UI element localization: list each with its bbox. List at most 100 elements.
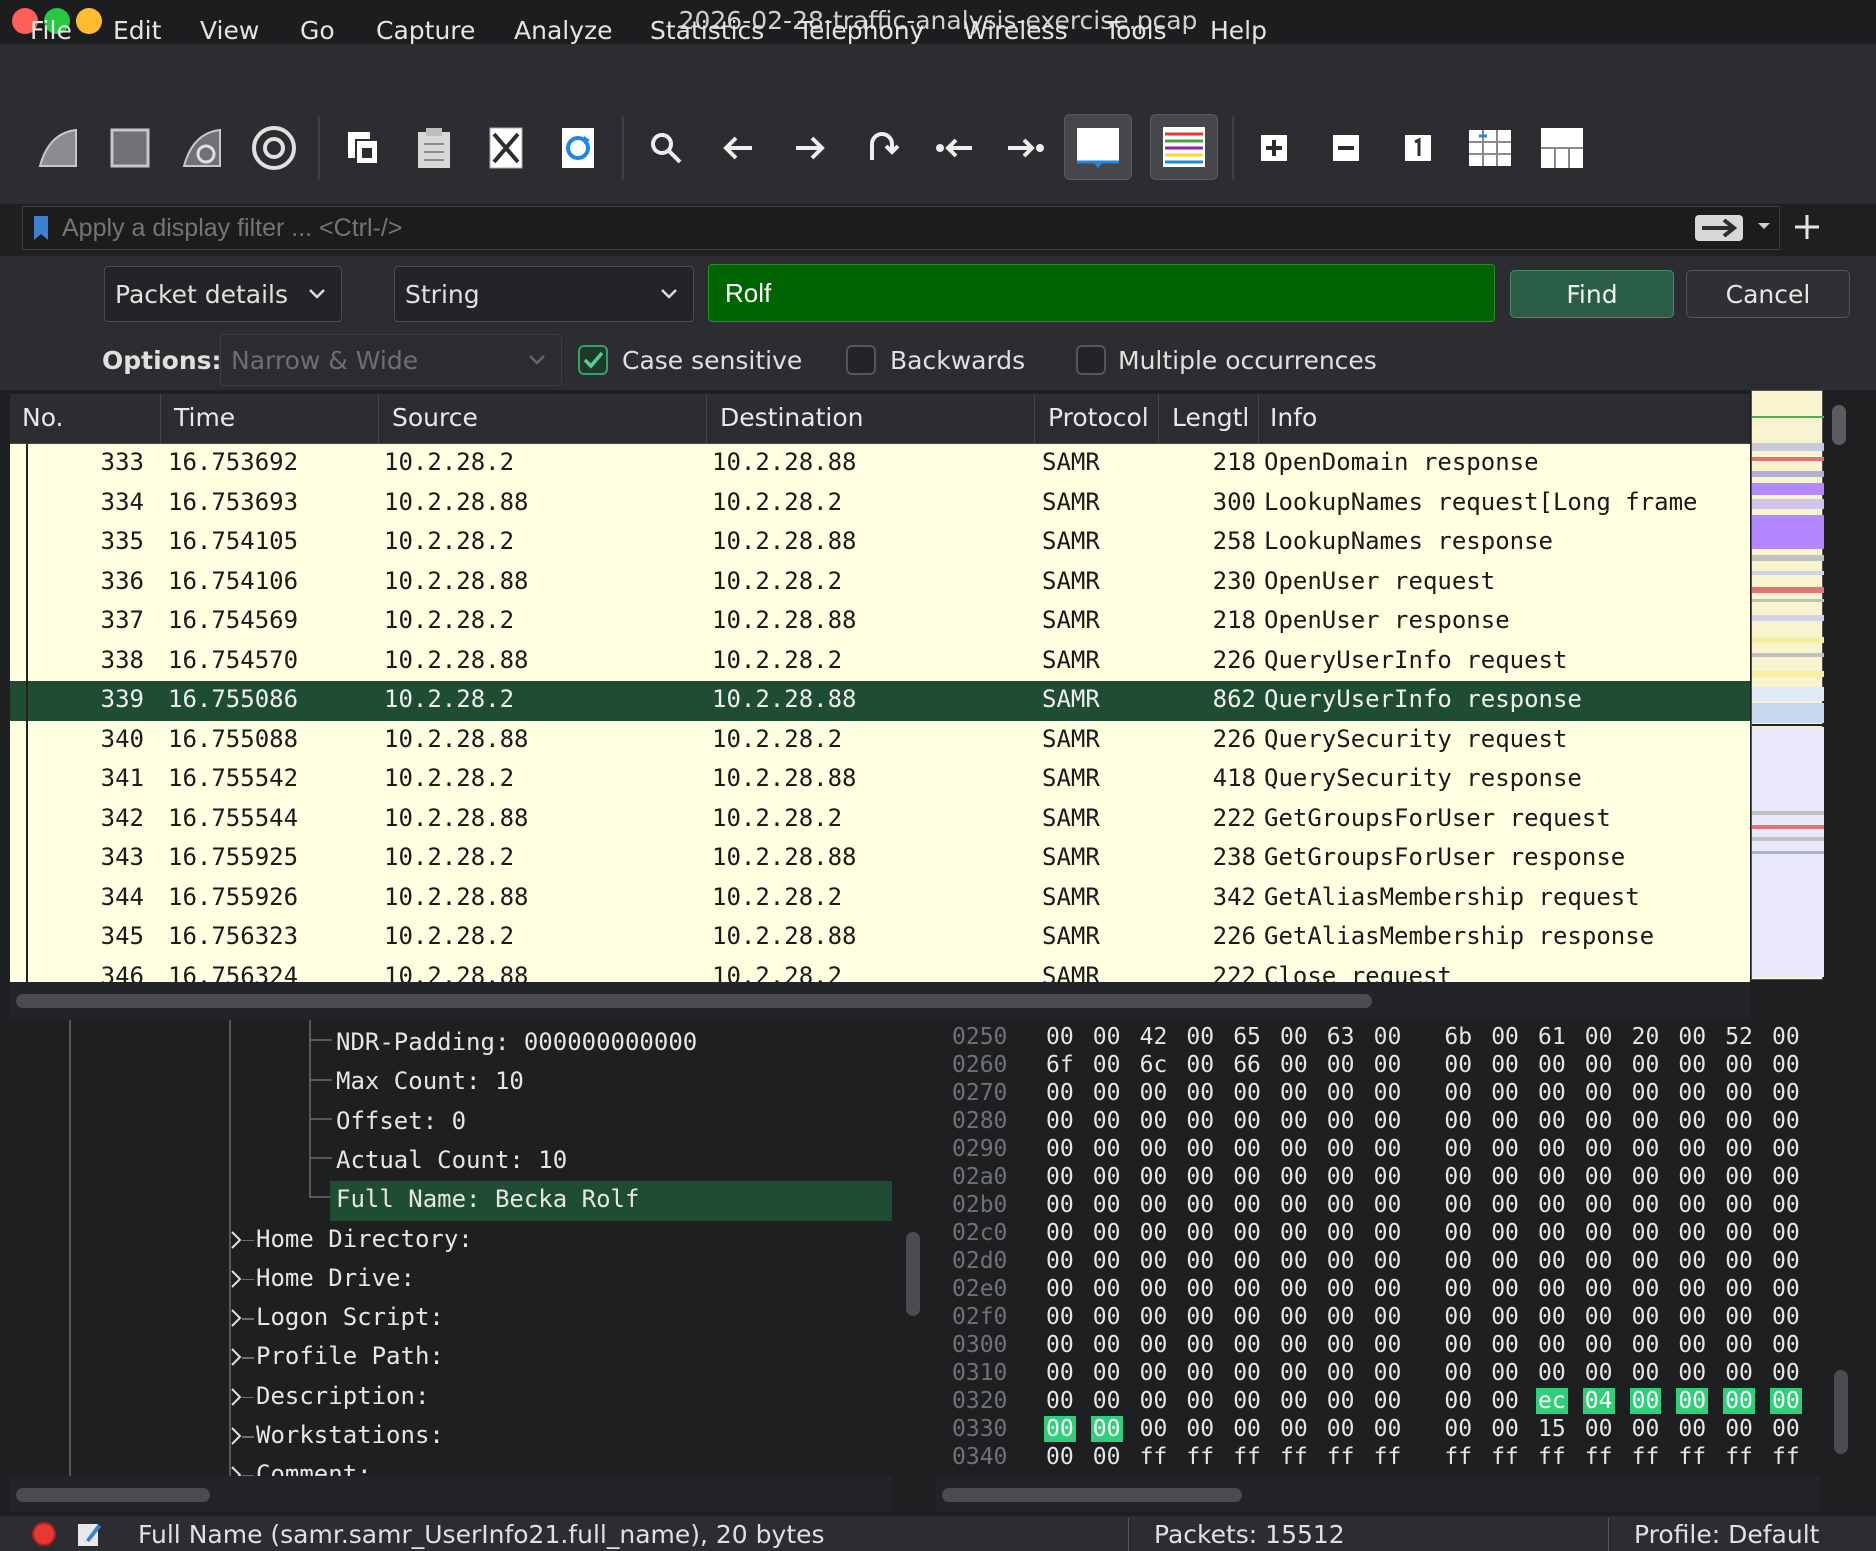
hex-byte: 66 [1233,1052,1261,1078]
packet-list-minimap[interactable] [1751,390,1824,980]
column-header-no[interactable]: No. [22,403,64,432]
menu-file[interactable]: File [30,16,72,45]
details-tree-item[interactable]: Logon Script: [256,1303,444,1331]
hex-byte: 00 [1280,1360,1308,1386]
cancel-button[interactable]: Cancel [1686,270,1850,318]
menu-analyze[interactable]: Analyze [514,16,613,45]
details-tree-item[interactable]: Max Count: 10 [336,1067,524,1095]
column-header-info[interactable]: Info [1270,403,1317,432]
packet-row[interactable]: 341 16.755542 10.2.28.2 10.2.28.88 SAMR 418 Qu… [10,760,1750,800]
menu-telephony[interactable]: Telephony [798,16,924,45]
details-horizontal-scrollbar[interactable] [16,1488,210,1502]
details-tree-item[interactable]: Profile Path: [256,1342,444,1370]
menu-tools[interactable]: Tools [1105,16,1167,45]
packet-row[interactable]: 336 16.754106 10.2.28.88 10.2.28.2 SAMR 230 Op… [10,563,1750,603]
apply-filter-arrow-icon[interactable] [1694,214,1744,246]
autoscroll-icon[interactable] [1064,114,1132,180]
packet-row[interactable]: 337 16.754569 10.2.28.2 10.2.28.88 SAMR 218 Op… [10,602,1750,642]
multiple-occurrences-checkbox[interactable] [1076,345,1106,375]
details-tree-item[interactable]: NDR-Padding: 000000000000 [336,1028,697,1056]
column-header-protocol[interactable]: Protocol [1048,403,1149,432]
column-header-destination[interactable]: Destination [720,403,863,432]
packet-row[interactable]: 346 16.756324 10.2.28.88 10.2.28.2 SAMR 222 Cl… [10,958,1750,983]
packet-row[interactable]: 343 16.755925 10.2.28.2 10.2.28.88 SAMR 238 Ge… [10,839,1750,879]
backwards-checkbox[interactable] [846,345,876,375]
expert-info-indicator-icon[interactable] [32,1522,56,1546]
find-packet-icon[interactable] [636,118,696,178]
hex-byte: 00 [1444,1248,1473,1274]
last-packet-icon[interactable] [996,118,1056,178]
status-profile[interactable]: Profile: Default [1634,1520,1819,1549]
shark-fin-restart-icon[interactable] [172,118,232,178]
zoom-out-icon[interactable] [1316,118,1376,178]
packet-row[interactable]: 344 16.755926 10.2.28.88 10.2.28.2 SAMR 342 Ge… [10,879,1750,919]
packet-bytes-pane[interactable]: 0250 00 00 42 00 65 00 63 00 6b 00 61 00 20 00 52 00 0260… [936,1020,1820,1476]
details-tree-item[interactable]: Actual Count: 10 [336,1146,567,1174]
reload-file-icon[interactable] [548,118,608,178]
details-tree-item[interactable]: Comment: [256,1460,372,1476]
resize-columns-icon[interactable] [1460,118,1520,178]
expand-chevron-right-icon[interactable] [228,1464,244,1476]
packet-row[interactable]: 342 16.755544 10.2.28.88 10.2.28.2 SAMR 222 Ge… [10,800,1750,840]
menu-wireless[interactable]: Wireless [963,16,1068,45]
details-tree-item[interactable]: Home Drive: [256,1264,415,1292]
capture-comment-icon[interactable] [76,1520,102,1551]
packet-list-horizontal-scrollbar[interactable] [16,994,1372,1008]
details-tree-item[interactable]: Home Directory: [256,1225,473,1253]
stop-square-icon[interactable] [100,118,160,178]
capture-options-gear-icon[interactable] [244,118,304,178]
zoom-in-icon[interactable] [1244,118,1304,178]
packet-row[interactable]: 334 16.753693 10.2.28.88 10.2.28.2 SAMR 300 Lo… [10,484,1750,524]
search-string-input[interactable] [708,264,1495,322]
close-file-icon[interactable] [476,118,536,178]
find-button[interactable]: Find [1510,270,1674,318]
column-header-time[interactable]: Time [174,403,235,432]
menu-statistics[interactable]: Statistics [650,16,764,45]
packet-row[interactable]: 338 16.754570 10.2.28.88 10.2.28.2 SAMR 226 Qu… [10,642,1750,682]
search-type-select[interactable]: String [394,266,694,322]
hex-byte: 00 [1044,1416,1076,1442]
details-tree-item[interactable]: Workstations: [256,1421,444,1449]
go-to-packet-icon[interactable] [852,118,912,178]
go-forward-icon[interactable] [780,118,840,178]
hex-byte: 00 [1631,1080,1660,1106]
packet-row[interactable]: 333 16.753692 10.2.28.2 10.2.28.88 SAMR 218 Op… [10,444,1750,484]
menu-help[interactable]: Help [1210,16,1267,45]
menu-capture[interactable]: Capture [376,16,475,45]
packet-cell-dst: 10.2.28.2 [712,961,843,983]
details-tree-item[interactable]: Full Name: Becka Rolf [336,1185,639,1213]
packet-cell-time: 16.754105 [168,527,299,555]
save-file-icon[interactable] [404,118,464,178]
column-header-source[interactable]: Source [392,403,478,432]
details-tree-item[interactable]: Description: [256,1382,429,1410]
first-packet-icon[interactable] [924,118,984,178]
packet-details-pane[interactable]: NDR-Padding: 000000000000 Max Count: 10 Of… [10,1020,892,1476]
bytes-horizontal-scrollbar[interactable] [942,1488,1242,1502]
display-filter-input[interactable] [62,212,1662,244]
menu-edit[interactable]: Edit [113,16,161,45]
normal-size-icon[interactable] [1388,118,1448,178]
search-in-select[interactable]: Packet details [104,266,342,322]
packet-row[interactable]: 339 16.755086 10.2.28.2 10.2.28.88 SAMR 862 Qu… [10,681,1750,721]
packet-row[interactable]: 345 16.756323 10.2.28.2 10.2.28.88 SAMR 226 Ge… [10,918,1750,958]
details-tree-item[interactable]: Offset: 0 [336,1107,466,1135]
shark-fin-start-icon[interactable] [28,118,88,178]
bookmark-icon[interactable] [32,214,50,246]
menu-view[interactable]: View [200,16,259,45]
case-sensitive-checkbox[interactable] [578,345,608,375]
menu-go[interactable]: Go [300,16,335,45]
packet-row[interactable]: 340 16.755088 10.2.28.88 10.2.28.2 SAMR 226 Qu… [10,721,1750,761]
layout-icon[interactable] [1532,118,1592,178]
go-back-icon[interactable] [708,118,768,178]
details-vertical-scrollbar[interactable] [906,1232,920,1316]
add-filter-button-plus-icon[interactable] [1792,212,1822,246]
hex-byte: 00 [1678,1276,1707,1302]
column-header-length[interactable]: Lengtl [1172,403,1249,432]
packet-row[interactable]: 335 16.754105 10.2.28.2 10.2.28.88 SAMR 258 Lo… [10,523,1750,563]
open-file-icon[interactable] [332,118,392,178]
filter-history-chevron-down-icon[interactable] [1756,218,1772,237]
colorize-icon[interactable] [1150,114,1218,180]
packet-list-vertical-scrollbar[interactable] [1832,405,1846,445]
bytes-vertical-scrollbar[interactable] [1834,1370,1848,1454]
packet-list[interactable]: 333 16.753692 10.2.28.2 10.2.28.88 SAMR 218 Op… [10,444,1750,982]
